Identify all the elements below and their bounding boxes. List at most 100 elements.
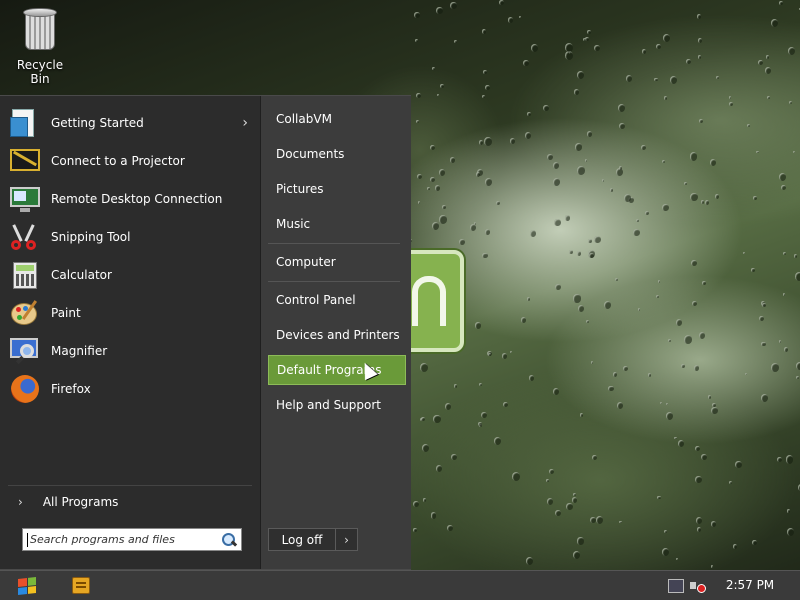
raindrop	[530, 43, 539, 52]
raindrop	[594, 235, 601, 244]
place-computer[interactable]: Computer	[268, 247, 406, 277]
raindrop	[793, 150, 796, 154]
program-connect-projector[interactable]: Connect to a Projector	[8, 143, 254, 179]
raindrop	[574, 89, 580, 95]
raindrop	[470, 224, 477, 232]
program-firefox[interactable]: Firefox	[8, 371, 254, 407]
raindrop	[592, 455, 597, 461]
chevron-right-icon[interactable]: ›	[242, 115, 248, 131]
raindrop	[564, 215, 570, 221]
log-off-label: Log off	[281, 532, 323, 547]
raindrop	[710, 521, 716, 528]
network-icon[interactable]	[668, 579, 684, 593]
raindrop	[476, 168, 484, 177]
raindrop	[752, 540, 757, 546]
program-magnifier[interactable]: Magnifier	[8, 333, 254, 369]
raindrop	[588, 252, 595, 259]
firefox-icon	[8, 373, 42, 405]
raindrop	[625, 75, 633, 83]
raindrop	[554, 283, 561, 291]
search-input[interactable]: Search programs and files	[22, 528, 242, 551]
place-label: Help and Support	[276, 398, 381, 412]
raindrop	[528, 375, 535, 382]
raindrop	[795, 272, 800, 282]
start-button[interactable]	[12, 575, 42, 597]
raindrop	[627, 196, 634, 204]
raindrop	[760, 301, 766, 306]
place-help-support[interactable]: Help and Support	[268, 390, 406, 420]
raindrop	[623, 193, 631, 202]
raindrop	[637, 308, 641, 311]
program-label: Paint	[51, 306, 81, 320]
program-calculator[interactable]: Calculator	[8, 257, 254, 293]
raindrop	[475, 322, 481, 329]
place-control-panel[interactable]: Control Panel	[268, 285, 406, 315]
program-getting-started[interactable]: Getting Started ›	[8, 105, 254, 141]
raindrop	[668, 339, 671, 342]
raindrop	[499, 0, 504, 6]
program-snipping-tool[interactable]: Snipping Tool	[8, 219, 254, 255]
file-manager-icon[interactable]	[72, 577, 90, 594]
remote-desktop-icon	[8, 183, 42, 215]
raindrop	[702, 281, 706, 285]
raindrop	[589, 516, 596, 524]
raindrop	[601, 179, 604, 182]
raindrop	[434, 185, 440, 191]
raindrop	[565, 50, 574, 60]
raindrop	[761, 341, 766, 347]
raindrop	[415, 92, 421, 99]
raindrop	[656, 43, 662, 50]
raindrop	[659, 401, 662, 404]
raindrop	[783, 252, 787, 256]
clock[interactable]: 2:57 PM	[718, 578, 782, 592]
raindrop	[644, 211, 649, 216]
raindrop	[685, 58, 691, 65]
program-paint[interactable]: Paint	[8, 295, 254, 331]
raindrop	[732, 543, 738, 549]
raindrop	[698, 332, 706, 340]
raindrop	[493, 436, 501, 445]
place-devices-printers[interactable]: Devices and Printers	[268, 320, 406, 350]
place-pictures[interactable]: Pictures	[268, 174, 406, 204]
desktop-icon-label: Recycle Bin	[16, 58, 64, 86]
search-placeholder: Search programs and files	[30, 533, 175, 546]
raindrop	[619, 122, 625, 129]
raindrop	[453, 384, 458, 389]
raindrop	[476, 171, 481, 177]
program-remote-desktop[interactable]: Remote Desktop Connection	[8, 181, 254, 217]
raindrop	[788, 47, 796, 55]
raindrop	[753, 196, 757, 201]
search-icon[interactable]	[220, 531, 238, 549]
all-programs-button[interactable]: › All Programs	[8, 490, 252, 514]
raindrop	[751, 268, 755, 273]
raindrop	[795, 362, 800, 370]
raindrop	[609, 188, 613, 192]
raindrop	[782, 293, 786, 296]
chevron-right-icon[interactable]: ›	[336, 533, 357, 547]
raindrop	[710, 565, 714, 568]
raindrop	[430, 512, 437, 519]
place-label: Documents	[276, 147, 345, 161]
raindrop	[553, 218, 561, 226]
raindrop	[636, 219, 639, 222]
raindrop	[662, 160, 666, 164]
raindrop	[577, 537, 584, 545]
desktop-icon-recycle-bin[interactable]: Recycle Bin	[6, 6, 74, 86]
raindrop	[569, 51, 572, 54]
raindrop	[655, 294, 659, 299]
raindrop	[689, 152, 698, 161]
raindrop	[473, 222, 476, 225]
place-music[interactable]: Music	[268, 209, 406, 239]
raindrop	[633, 228, 640, 237]
raindrop	[450, 1, 458, 10]
place-documents[interactable]: Documents	[268, 139, 406, 169]
place-default-programs[interactable]: Default Programs	[268, 355, 406, 385]
raindrop	[762, 302, 766, 307]
start-menu-places-pane: CollabVM Documents Pictures Music Comput…	[260, 96, 411, 569]
raindrop	[619, 520, 622, 524]
volume-muted-icon[interactable]	[690, 579, 706, 593]
log-off-button[interactable]: Log off ›	[268, 528, 358, 551]
raindrop	[664, 96, 668, 100]
place-collabvm[interactable]: CollabVM	[268, 104, 406, 134]
raindrop	[662, 203, 669, 211]
